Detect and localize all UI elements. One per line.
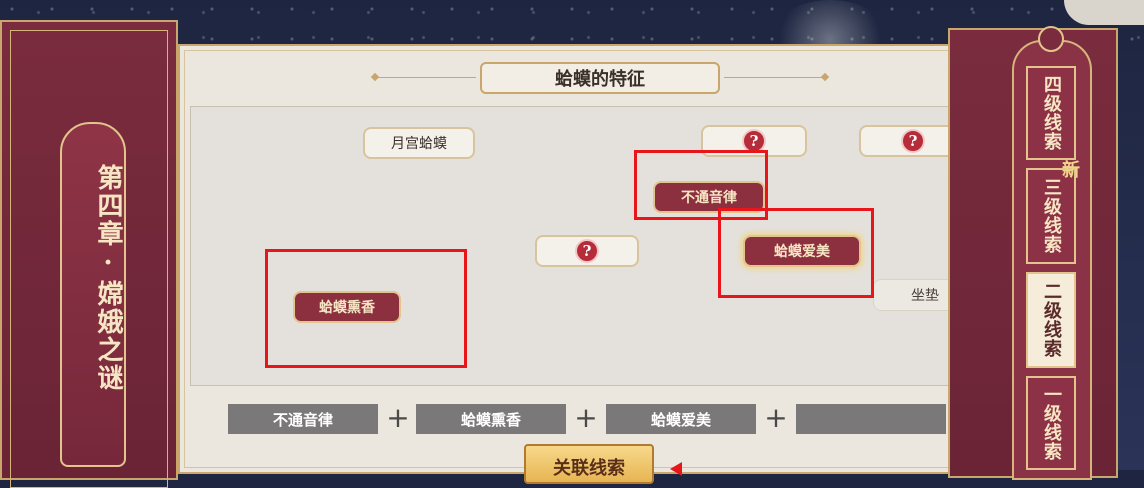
formula-slot-3[interactable]: 蛤蟆爱美 — [606, 404, 756, 434]
title-line-left — [376, 77, 476, 78]
formula-slot-1[interactable]: 不通音律 — [228, 404, 378, 434]
new-badge: 新 — [1062, 160, 1080, 181]
title-line-right — [724, 77, 824, 78]
chapter-panel: 第四章·嫦娥之谜 — [0, 20, 178, 488]
cloud-decoration — [1064, 0, 1144, 25]
formula-slot-4[interactable] — [796, 404, 946, 434]
highlight-box-toad-loves-beauty — [718, 208, 874, 298]
panel-title: 蛤蟆的特征 — [555, 69, 645, 90]
question-mark-icon: ? — [575, 239, 599, 263]
tab-level-2-clues[interactable]: 二级线索 — [1026, 272, 1076, 368]
title-ornament-right — [820, 72, 830, 82]
clue-node-label: 月宫蛤蟆 — [391, 136, 447, 152]
plus-icon: + — [574, 400, 598, 434]
clue-node-label: 坐垫 — [911, 288, 939, 304]
highlight-box-toad-incense — [265, 249, 467, 368]
clue-node-moon-toad[interactable]: 月宫蛤蟆 — [363, 127, 475, 159]
title-banner: 蛤蟆的特征 — [480, 62, 720, 94]
knot-ornament-icon — [1038, 26, 1064, 52]
clue-node-unknown-3[interactable]: ? — [535, 235, 639, 267]
pointer-arrow — [670, 462, 682, 476]
formula-slot-2[interactable]: 蛤蟆熏香 — [416, 404, 566, 434]
plus-icon: + — [386, 400, 410, 434]
plus-icon: + — [764, 400, 788, 434]
tab-level-3-clues[interactable]: 三级线索 — [1026, 168, 1076, 264]
question-mark-icon: ? — [901, 129, 925, 153]
link-clues-button[interactable]: 关联线索 — [524, 444, 654, 484]
title-ornament-left — [370, 72, 380, 82]
chapter-plaque: 第四章·嫦娥之谜 — [60, 122, 126, 467]
tab-level-1-clues[interactable]: 一级线索 — [1026, 376, 1076, 470]
chapter-title: 第四章·嫦娥之谜 — [93, 164, 123, 392]
tab-level-4-clues[interactable]: 四级线索 — [1026, 66, 1076, 160]
